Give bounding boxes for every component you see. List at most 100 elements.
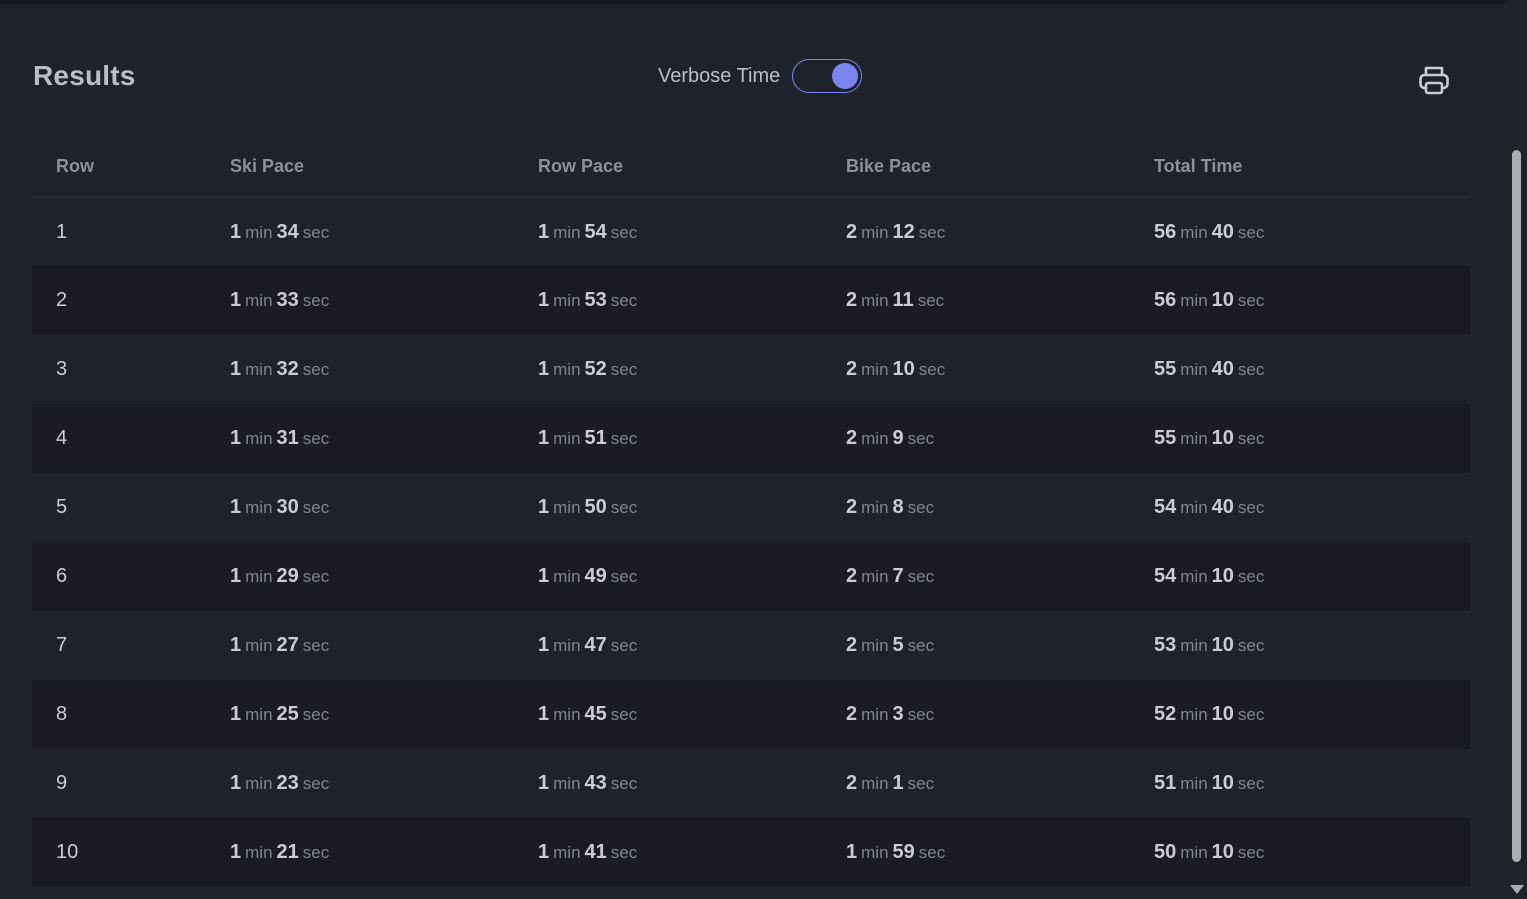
minutes-unit: min: [1180, 567, 1208, 586]
ski-pace-cell: 1 min 34 sec: [230, 197, 538, 266]
bike-pace-minutes: 2: [846, 634, 858, 656]
seconds-unit: sec: [610, 498, 638, 517]
minutes-unit: min: [245, 222, 273, 242]
row-pace-seconds: 47: [584, 634, 607, 656]
row-number: 4: [56, 427, 68, 449]
seconds-unit: sec: [907, 498, 935, 517]
column-header-ski-pace: Ski Pace: [230, 136, 538, 198]
ski-pace-seconds: 25: [276, 703, 299, 725]
column-header-total-time: Total Time: [1154, 136, 1470, 198]
minutes-unit: min: [1180, 222, 1208, 242]
row-number-cell: 1: [32, 197, 230, 266]
total-time-minutes: 50: [1154, 841, 1177, 863]
row-pace-minutes: 1: [538, 496, 550, 518]
ski-pace-minutes: 1: [230, 289, 242, 311]
seconds-unit: sec: [610, 774, 638, 793]
row-number-cell: 2: [32, 266, 230, 335]
seconds-unit: sec: [302, 705, 330, 724]
ski-pace-cell: 1 min 21 sec: [230, 818, 538, 887]
row-pace-cell: 1 min 54 sec: [538, 197, 846, 266]
ski-pace-seconds: 33: [276, 289, 299, 311]
seconds-unit: sec: [1237, 222, 1265, 242]
ski-pace-seconds: 27: [276, 634, 299, 656]
total-time-seconds: 40: [1211, 358, 1234, 380]
minutes-unit: min: [245, 498, 273, 517]
minutes-unit: min: [245, 567, 273, 586]
ski-pace-seconds: 30: [276, 496, 299, 518]
row-pace-minutes: 1: [538, 220, 550, 243]
total-time-minutes: 55: [1154, 427, 1177, 449]
seconds-unit: sec: [1237, 705, 1265, 724]
row-pace-seconds: 45: [584, 703, 607, 725]
total-time-seconds: 10: [1211, 772, 1234, 794]
seconds-unit: sec: [610, 429, 638, 448]
seconds-unit: sec: [907, 429, 935, 448]
total-time-seconds: 10: [1211, 841, 1234, 863]
bike-pace-seconds: 9: [892, 427, 904, 449]
ski-pace-minutes: 1: [230, 841, 242, 863]
row-number: 6: [56, 565, 68, 587]
seconds-unit: sec: [1237, 360, 1265, 379]
bike-pace-seconds: 10: [892, 358, 915, 380]
minutes-unit: min: [861, 774, 889, 793]
minutes-unit: min: [553, 360, 581, 379]
row-pace-seconds: 53: [584, 289, 607, 311]
total-time-seconds: 10: [1211, 427, 1234, 449]
bike-pace-cell: 2 min 12 sec: [846, 197, 1154, 266]
ski-pace-minutes: 1: [230, 220, 242, 243]
total-time-minutes: 54: [1154, 565, 1177, 587]
row-pace-minutes: 1: [538, 634, 550, 656]
seconds-unit: sec: [610, 705, 638, 724]
scroll-down-arrow-icon[interactable]: [1510, 885, 1524, 894]
row-pace-seconds: 52: [584, 358, 607, 380]
ski-pace-seconds: 32: [276, 358, 299, 380]
minutes-unit: min: [245, 291, 273, 310]
seconds-unit: sec: [1237, 291, 1265, 310]
ski-pace-seconds: 23: [276, 772, 299, 794]
row-number-cell: 8: [32, 680, 230, 749]
minutes-unit: min: [861, 222, 889, 242]
row-pace-cell: 1 min 50 sec: [538, 473, 846, 542]
minutes-unit: min: [553, 291, 581, 310]
minutes-unit: min: [553, 843, 581, 862]
table-row: 6 1 min 29 sec 1 min 49 sec 2 min 7 sec 54 min 10 sec: [32, 542, 1470, 611]
row-pace-seconds: 43: [584, 772, 607, 794]
seconds-unit: sec: [610, 360, 638, 379]
scrollbar-thumb[interactable]: [1512, 150, 1521, 862]
total-time-cell: 53 min 10 sec: [1154, 611, 1470, 680]
vertical-scrollbar[interactable]: [1505, 0, 1527, 899]
row-pace-cell: 1 min 41 sec: [538, 818, 846, 887]
minutes-unit: min: [245, 774, 273, 793]
row-pace-minutes: 1: [538, 427, 550, 449]
verbose-time-toggle[interactable]: [792, 59, 863, 93]
row-number-cell: 4: [32, 404, 230, 473]
minutes-unit: min: [245, 429, 273, 448]
row-pace-minutes: 1: [538, 703, 550, 725]
total-time-cell: 55 min 40 sec: [1154, 335, 1470, 404]
bike-pace-minutes: 2: [846, 289, 858, 311]
total-time-cell: 56 min 40 sec: [1154, 197, 1470, 266]
minutes-unit: min: [1180, 291, 1208, 310]
row-pace-cell: 1 min 45 sec: [538, 680, 846, 749]
total-time-minutes: 53: [1154, 634, 1177, 656]
row-number-cell: 5: [32, 473, 230, 542]
seconds-unit: sec: [907, 705, 935, 724]
results-table-body: 1 1 min 34 sec 1 min 54 sec 2 min 12 sec 56 min 40 sec 2 1…: [32, 197, 1470, 887]
table-row: 5 1 min 30 sec 1 min 50 sec 2 min 8 sec 54 min 40 sec: [32, 473, 1470, 542]
seconds-unit: sec: [907, 774, 935, 793]
ski-pace-cell: 1 min 23 sec: [230, 749, 538, 818]
total-time-minutes: 54: [1154, 496, 1177, 518]
seconds-unit: sec: [907, 567, 935, 586]
minutes-unit: min: [553, 636, 581, 655]
bike-pace-seconds: 7: [892, 565, 904, 587]
seconds-unit: sec: [302, 429, 330, 448]
bike-pace-minutes: 2: [846, 220, 858, 243]
print-button[interactable]: [1417, 63, 1451, 97]
seconds-unit: sec: [1237, 636, 1265, 655]
minutes-unit: min: [1180, 429, 1208, 448]
row-pace-cell: 1 min 43 sec: [538, 749, 846, 818]
total-time-cell: 54 min 10 sec: [1154, 542, 1470, 611]
total-time-cell: 55 min 10 sec: [1154, 404, 1470, 473]
row-number-cell: 3: [32, 335, 230, 404]
row-number: 8: [56, 703, 68, 725]
